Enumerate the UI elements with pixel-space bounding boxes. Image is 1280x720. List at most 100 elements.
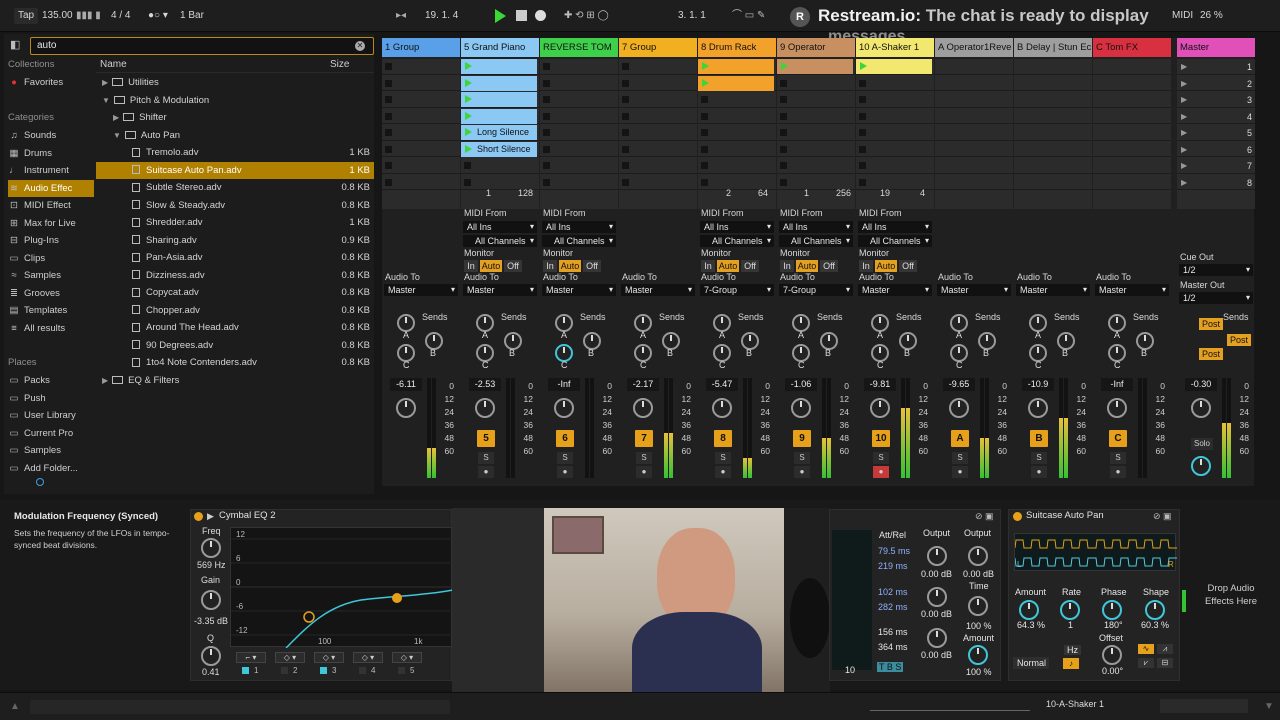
clip-stop-icon[interactable] <box>622 145 629 153</box>
saw-icon[interactable]: ⩘ <box>1157 644 1173 654</box>
arm-button-icon[interactable]: ● <box>636 466 652 478</box>
monitor-in-button[interactable]: In <box>701 260 715 272</box>
loop-icon[interactable]: ⌒ ▭ ✎ <box>732 8 765 24</box>
clip-stop-icon[interactable] <box>385 178 392 186</box>
search-input[interactable]: auto ✕ <box>30 37 374 55</box>
monitor-auto-button[interactable]: Auto <box>796 260 818 272</box>
cue-volume-knob[interactable] <box>1191 456 1211 476</box>
arm-button-icon[interactable]: ● <box>952 466 968 478</box>
clip-stop-icon[interactable] <box>701 129 708 136</box>
output3-knob[interactable] <box>927 587 947 607</box>
clip-stop-icon[interactable] <box>859 178 866 186</box>
clip[interactable] <box>461 108 537 124</box>
clip-stop-icon[interactable] <box>622 112 629 120</box>
song-position[interactable]: 19. 1. 4 <box>425 8 458 24</box>
track-header[interactable]: 9 Operator <box>777 38 855 57</box>
scene-number[interactable]: 4 <box>1242 112 1252 122</box>
delay-v4[interactable]: 282 ms <box>878 602 908 612</box>
scene-launch-icon[interactable]: ▶ <box>1181 145 1187 154</box>
midi-input-select[interactable]: All Ins <box>700 221 774 233</box>
audio-output-select[interactable]: 7-Group <box>700 284 774 296</box>
volume-value[interactable]: -Inf <box>1101 378 1133 391</box>
random-icon[interactable]: ⊟ <box>1157 658 1173 668</box>
midi-channel-select[interactable]: All Channels <box>779 235 853 247</box>
clip-slot[interactable] <box>856 158 934 174</box>
audio-output-select[interactable]: Master <box>1016 284 1090 296</box>
status-left-icon[interactable]: ▲ <box>10 701 20 712</box>
clip-slot[interactable] <box>1014 59 1092 75</box>
clip-slot[interactable] <box>619 92 697 108</box>
eq-power-icon[interactable] <box>194 512 203 521</box>
clip-slot[interactable] <box>619 158 697 174</box>
clip-stop-icon[interactable] <box>543 129 550 136</box>
clip-stop-icon[interactable] <box>701 96 708 103</box>
delay-hotswap-icon[interactable]: ⊘ ▣ <box>975 511 994 522</box>
pan-knob[interactable] <box>475 398 495 418</box>
expand-arrow-icon[interactable]: ▼ <box>102 96 110 105</box>
clip-slot[interactable] <box>935 158 1013 174</box>
clip-play-icon[interactable] <box>465 78 472 87</box>
expand-arrow-icon[interactable]: ▶ <box>102 376 108 385</box>
overview-scroll[interactable] <box>870 701 1030 711</box>
category-instrument[interactable]: ♩ Instrument <box>8 162 94 179</box>
send-post-button[interactable]: Post <box>1227 334 1251 346</box>
clip-stop-icon[interactable] <box>859 162 866 169</box>
clip[interactable] <box>461 75 537 91</box>
midi-channel-select[interactable]: All Channels <box>700 235 774 247</box>
solo-button[interactable]: S <box>636 452 652 464</box>
track-header[interactable]: 7 Group <box>619 38 697 57</box>
clip[interactable] <box>856 59 932 74</box>
clip-slot[interactable] <box>856 109 934 124</box>
category-midi-effect[interactable]: ⊡ MIDI Effect <box>8 197 94 214</box>
audio-output-select[interactable]: 7-Group <box>779 284 853 296</box>
clip-stop-icon[interactable] <box>543 79 550 87</box>
track-activator-button[interactable]: 9 <box>793 430 811 447</box>
clip-slot[interactable] <box>1093 109 1171 124</box>
midi-channel-select[interactable]: All Channels <box>463 235 537 247</box>
volume-value[interactable]: -9.81 <box>864 378 896 391</box>
mini-overview[interactable] <box>1160 699 1248 713</box>
audio-output-select[interactable]: Master <box>937 284 1011 296</box>
clip-slot[interactable] <box>1014 125 1092 141</box>
metronome-bars-icon[interactable]: ▮▮▮ ▮ <box>76 8 101 24</box>
pan-knob[interactable] <box>870 398 890 418</box>
offset-knob[interactable] <box>1102 645 1122 665</box>
clip-stop-icon[interactable] <box>701 112 708 120</box>
tap-button[interactable]: Tap <box>14 8 39 24</box>
clip-stop-icon[interactable] <box>543 162 550 169</box>
output4-knob[interactable] <box>927 628 947 648</box>
clip-slot[interactable] <box>382 76 460 91</box>
clip-slot[interactable] <box>461 92 539 108</box>
loop-start[interactable]: 3. 1. 1 <box>678 8 706 24</box>
clip[interactable] <box>461 92 537 107</box>
clip-slot[interactable] <box>856 76 934 91</box>
clip[interactable]: Short Silence <box>461 141 537 157</box>
clip-play-icon[interactable] <box>702 78 709 87</box>
arm-button-icon[interactable]: ● <box>478 466 494 478</box>
clip[interactable] <box>777 59 853 74</box>
pan-knob[interactable] <box>1028 398 1048 418</box>
volume-value[interactable]: -9.65 <box>943 378 975 391</box>
clip-slot[interactable] <box>461 108 539 124</box>
arm-button-icon[interactable]: ● <box>873 466 889 478</box>
scene-number[interactable]: 2 <box>1242 79 1252 89</box>
browser-toggle-icon[interactable]: ◧ <box>10 38 20 51</box>
clip-stop-icon[interactable] <box>385 162 392 169</box>
clip-slot[interactable] <box>382 92 460 108</box>
expand-arrow-icon[interactable]: ▼ <box>113 131 121 140</box>
scene-number[interactable]: 3 <box>1242 95 1252 105</box>
clip-stop-icon[interactable] <box>859 129 866 136</box>
delay-v6[interactable]: 364 ms <box>878 642 908 652</box>
clip-slot[interactable] <box>1093 175 1171 190</box>
track-activator-button[interactable]: 10 <box>872 430 890 447</box>
clip-slot[interactable] <box>856 142 934 157</box>
arm-button-icon[interactable]: ● <box>1110 466 1126 478</box>
midi-input-select[interactable]: All Ins <box>779 221 853 233</box>
clip-stop-icon[interactable] <box>859 96 866 103</box>
monitor-off-button[interactable]: Off <box>741 260 759 272</box>
favorites-item[interactable]: ● Favorites <box>8 74 94 91</box>
category-all-results[interactable]: ≡ All results <box>8 320 94 337</box>
monitor-off-button[interactable]: Off <box>820 260 838 272</box>
track-activator-button[interactable]: 7 <box>635 430 653 447</box>
clip-stop-icon[interactable] <box>780 145 787 153</box>
